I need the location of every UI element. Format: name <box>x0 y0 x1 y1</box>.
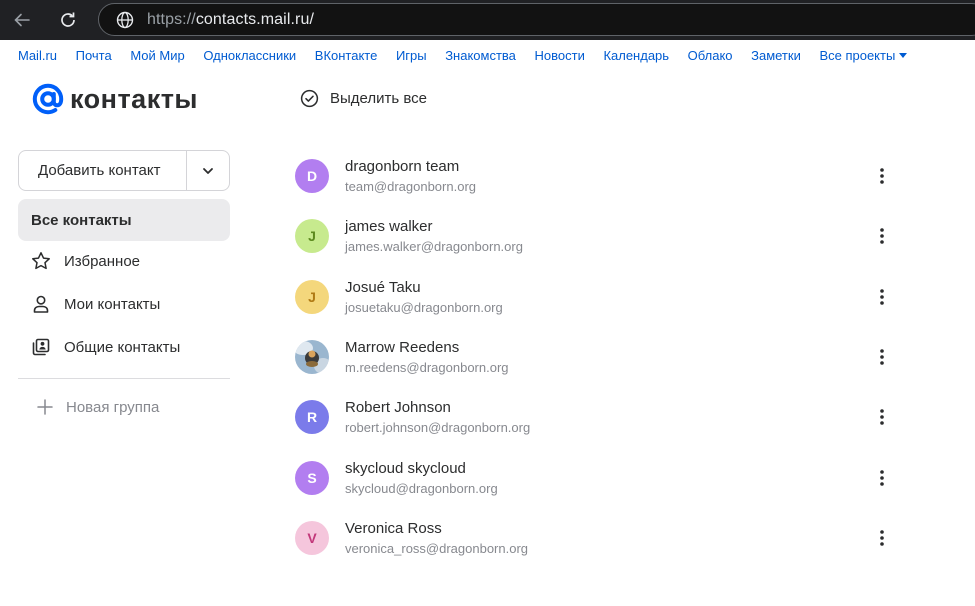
contact-email: robert.johnson@dragonborn.org <box>345 419 531 435</box>
portal-link-zametki[interactable]: Заметки <box>751 48 801 63</box>
portal-link-oblako[interactable]: Облако <box>688 48 733 63</box>
contact-email: skycloud@dragonborn.org <box>345 480 498 496</box>
avatar <box>295 340 329 374</box>
sidebar-item-all-contacts[interactable]: Все контакты <box>18 199 230 241</box>
contact-email: m.reedens@dragonborn.org <box>345 359 509 375</box>
sidebar-item-label: Мои контакты <box>64 295 161 313</box>
more-options-icon[interactable] <box>870 405 894 429</box>
contact-row[interactable]: J Josué Taku josuetaku@dragonborn.org <box>290 268 900 326</box>
contact-email: veronica_ross@dragonborn.org <box>345 540 529 556</box>
portal-link-all-projects[interactable]: Все проекты <box>819 47 908 63</box>
back-icon[interactable] <box>10 8 34 32</box>
sidebar-divider <box>18 378 230 379</box>
avatar: J <box>295 219 329 253</box>
new-group-label: Новая группа <box>66 398 160 416</box>
sidebar-item-my-contacts[interactable]: Мои контакты <box>18 283 230 325</box>
add-contact-dropdown[interactable] <box>187 151 229 190</box>
contact-row[interactable]: Marrow Reedens m.reedens@dragonborn.org <box>290 328 900 386</box>
add-contact-button[interactable]: Добавить контакт <box>19 151 187 190</box>
avatar: J <box>295 280 329 314</box>
portal-link-kalendar[interactable]: Календарь <box>603 48 669 63</box>
sidebar-item-favorites[interactable]: Избранное <box>18 240 230 282</box>
contact-row[interactable]: Ddragonborn team team@dragonborn.org <box>290 147 900 205</box>
reload-icon[interactable] <box>56 8 80 32</box>
portal-link-odnoklassniki[interactable]: Одноклассники <box>203 48 296 63</box>
contact-name: Robert Johnson <box>345 398 451 416</box>
logo[interactable]: контакты <box>31 82 198 116</box>
more-options-icon[interactable] <box>870 285 894 309</box>
caret-down-icon <box>899 52 908 58</box>
more-options-icon[interactable] <box>870 224 894 248</box>
select-all-label: Выделить все <box>330 90 428 107</box>
portal-link-vkontakte[interactable]: ВКонтакте <box>315 48 378 63</box>
contact-row[interactable]: R Robert Johnson robert.johnson@dragonborn… <box>290 388 900 446</box>
all-projects-label: Все проекты <box>819 47 896 63</box>
contact-info: Josué Taku josuetaku@dragonborn.org <box>345 278 503 317</box>
more-options-icon[interactable] <box>870 526 894 550</box>
shared-contacts-icon <box>31 337 51 357</box>
more-options-icon[interactable] <box>870 345 894 369</box>
contact-info: skycloud skycloud skycloud@dragonborn.org <box>345 459 498 498</box>
contact-row[interactable]: Jjames walker james.walker@dragonborn.org <box>290 207 900 265</box>
url-protocol: https:// <box>147 10 196 28</box>
new-group-button[interactable]: Новая группа <box>18 386 230 428</box>
avatar: R <box>295 400 329 434</box>
avatar-photo <box>295 340 329 374</box>
sidebar-item-label: Общие контакты <box>64 338 181 356</box>
check-circle-icon <box>300 89 319 108</box>
at-sign-icon <box>32 83 64 115</box>
sidebar-item-shared-contacts[interactable]: Общие контакты <box>18 326 230 368</box>
select-all-button[interactable]: Выделить все <box>300 89 427 108</box>
avatar: V <box>295 521 329 555</box>
contact-email: josuetaku@dragonborn.org <box>345 299 503 315</box>
contact-name: james walker <box>345 217 433 235</box>
contact-row[interactable]: Sskycloud skycloud skycloud@dragonborn.or… <box>290 449 900 507</box>
more-options-icon[interactable] <box>870 164 894 188</box>
url-host: contacts.mail.ru/ <box>195 10 315 28</box>
contact-row[interactable]: V Veronica Ross veronica_ross@dragonborn.o… <box>290 509 900 567</box>
add-contact-group: Добавить контакт <box>18 150 230 191</box>
globe-icon <box>115 10 135 30</box>
contact-name: Josué Taku <box>345 278 421 296</box>
sidebar-item-label: Все контакты <box>31 211 132 229</box>
portal-link-igry[interactable]: Игры <box>396 48 427 63</box>
portal-link-pochta[interactable]: Почта <box>76 48 112 63</box>
contact-name: skycloud skycloud <box>345 459 466 477</box>
avatar: S <box>295 461 329 495</box>
address-bar[interactable]: https://contacts.mail.ru/ <box>98 3 975 36</box>
contact-info: dragonborn team team@dragonborn.org <box>345 157 476 196</box>
avatar: D <box>295 159 329 193</box>
contact-email: james.walker@dragonborn.org <box>345 238 523 254</box>
contact-name: Marrow Reedens <box>345 338 460 356</box>
portal-link-znakomstva[interactable]: Знакомства <box>445 48 516 63</box>
plus-icon <box>37 399 53 415</box>
contact-info: Marrow Reedens m.reedens@dragonborn.org <box>345 338 509 377</box>
url-text: https://contacts.mail.ru/ <box>147 11 314 29</box>
portal-nav: Mail.ru Почта Мой Мир Одноклассники ВКон… <box>0 40 975 70</box>
sidebar-item-label: Избранное <box>64 252 141 270</box>
contact-name: dragonborn team <box>345 157 460 175</box>
contact-info: Veronica Ross veronica_ross@dragonborn.or… <box>345 519 528 558</box>
chevron-down-icon <box>203 167 213 174</box>
portal-link-novosti[interactable]: Новости <box>535 48 585 63</box>
star-icon <box>31 251 51 271</box>
more-options-icon[interactable] <box>870 466 894 490</box>
portal-link-mailru[interactable]: Mail.ru <box>18 48 57 63</box>
contact-email: team@dragonborn.org <box>345 178 476 194</box>
browser-toolbar: https://contacts.mail.ru/ <box>0 0 975 40</box>
portal-link-moy-mir[interactable]: Мой Мир <box>130 48 184 63</box>
contact-info: james walker james.walker@dragonborn.org <box>345 217 523 256</box>
logo-text: контакты <box>70 83 198 114</box>
contact-name: Veronica Ross <box>345 519 442 537</box>
contact-info: Robert Johnson robert.johnson@dragonborn.… <box>345 398 530 437</box>
person-icon <box>31 294 51 314</box>
